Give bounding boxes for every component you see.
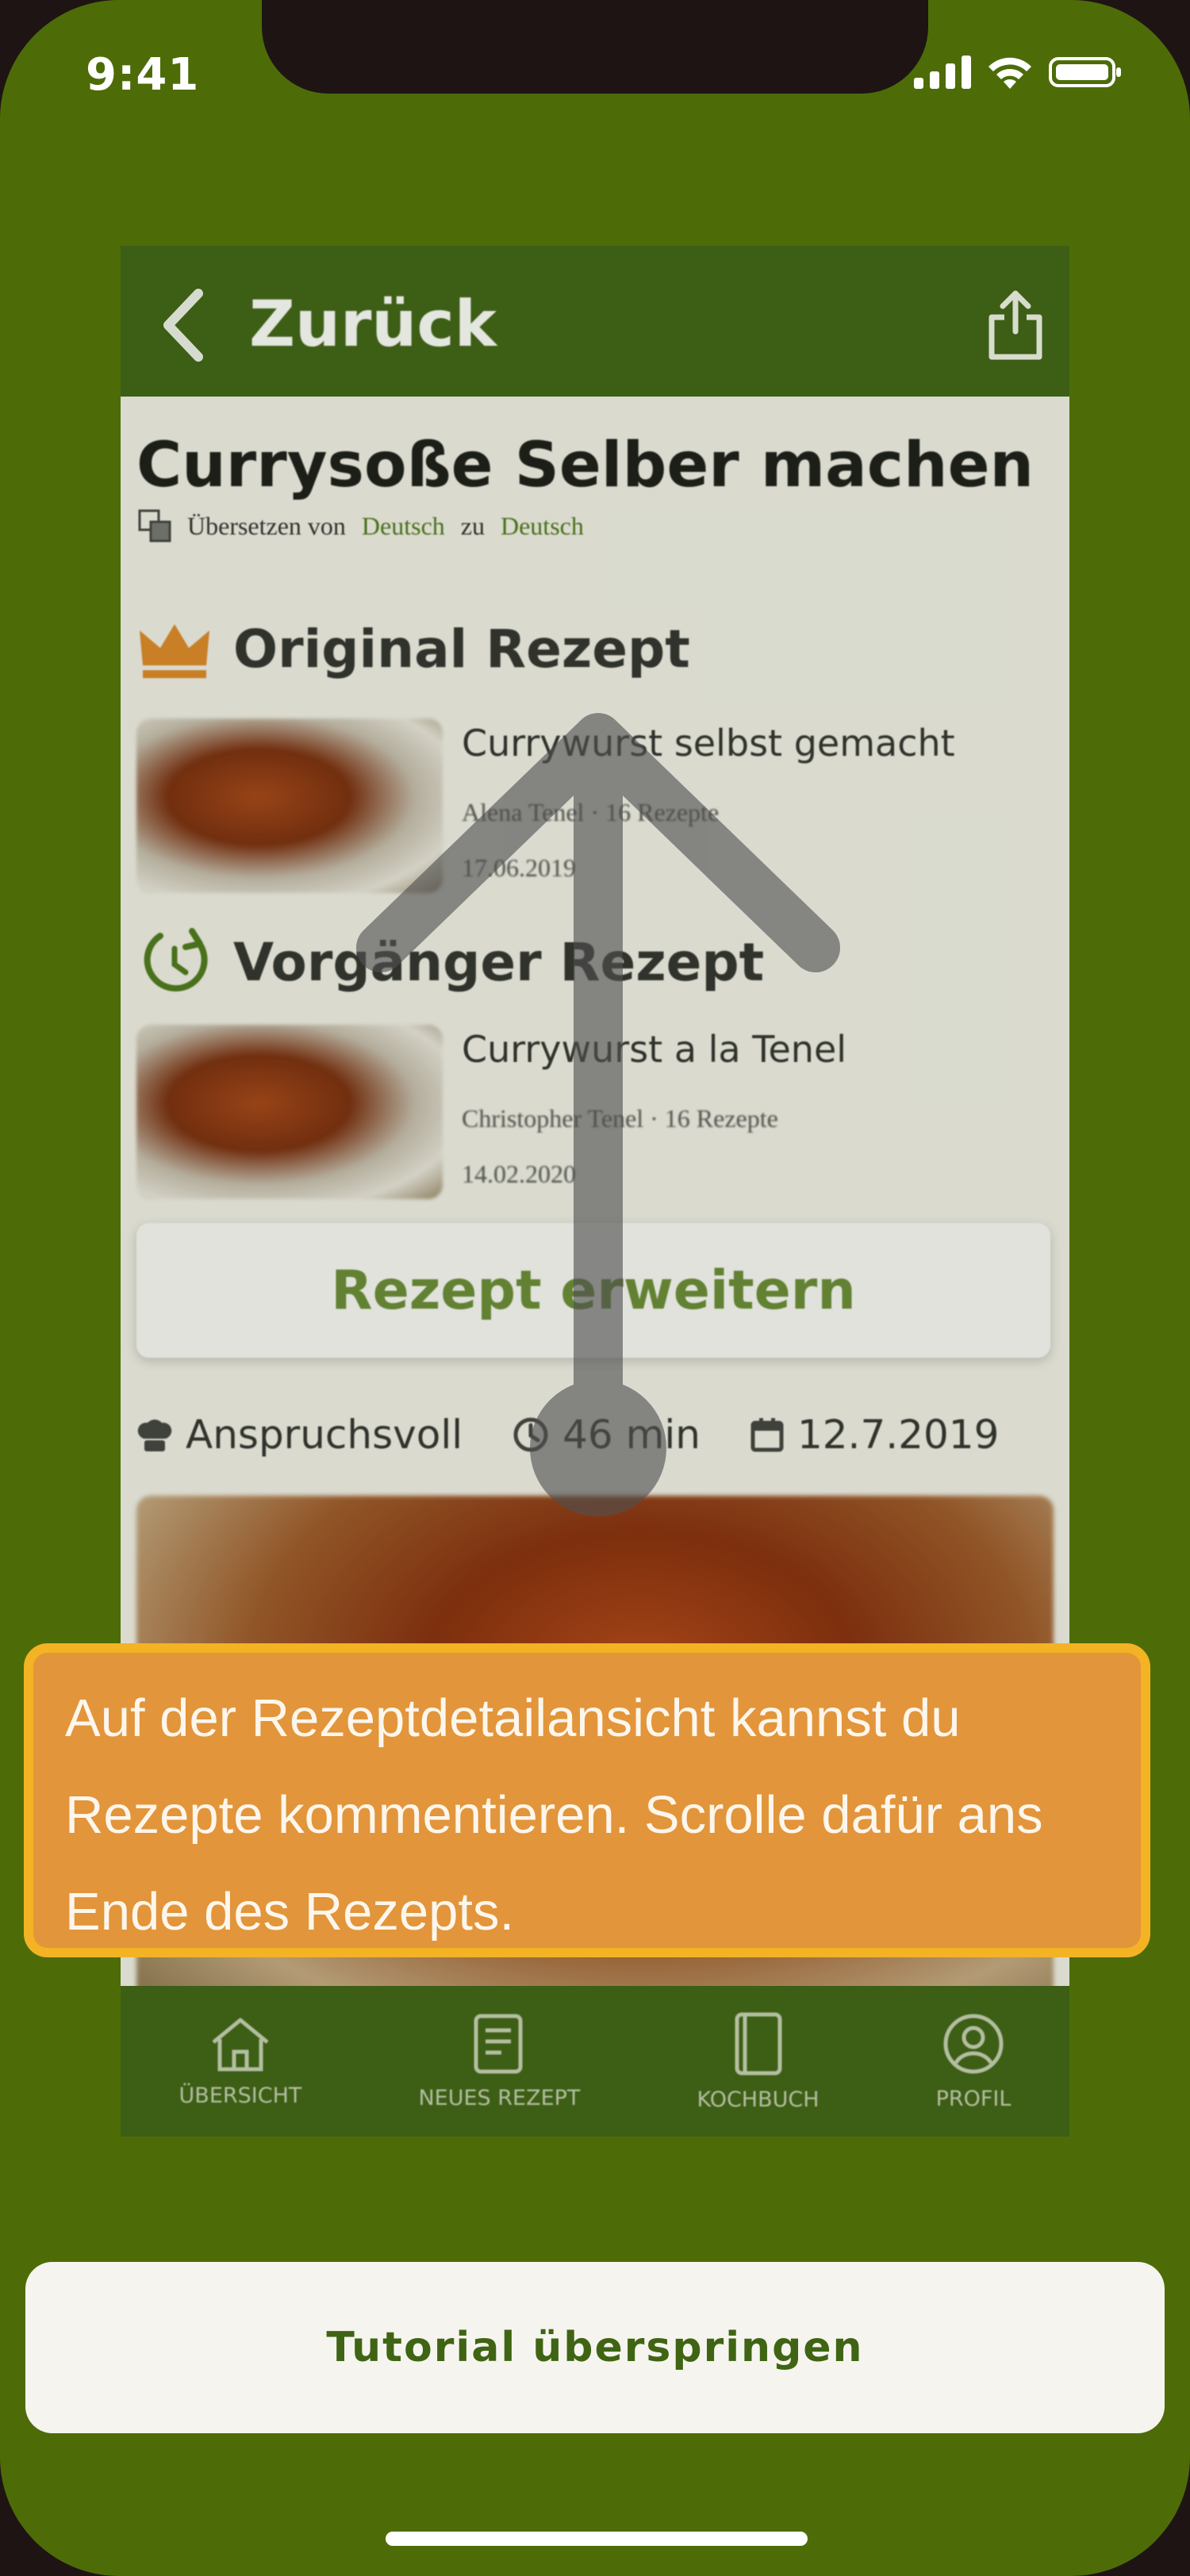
home-indicator[interactable] <box>386 2532 808 2546</box>
hint-line: Rezepte kommentieren. Scrolle dafür ans <box>65 1785 1043 1845</box>
hint-line: Auf der Rezeptdetailansicht kannst du <box>65 1689 961 1748</box>
hint-line: Ende des Rezepts. <box>65 1882 515 1942</box>
skip-tutorial-button[interactable]: Tutorial überspringen <box>25 2262 1165 2433</box>
swipe-up-arrow-icon <box>356 713 840 1516</box>
tutorial-hint: Auf der Rezeptdetailansicht kannst du Re… <box>24 1643 1150 1957</box>
phone-frame: 9:41 Zurück Currysoße Selber machen Über… <box>0 0 1190 2576</box>
